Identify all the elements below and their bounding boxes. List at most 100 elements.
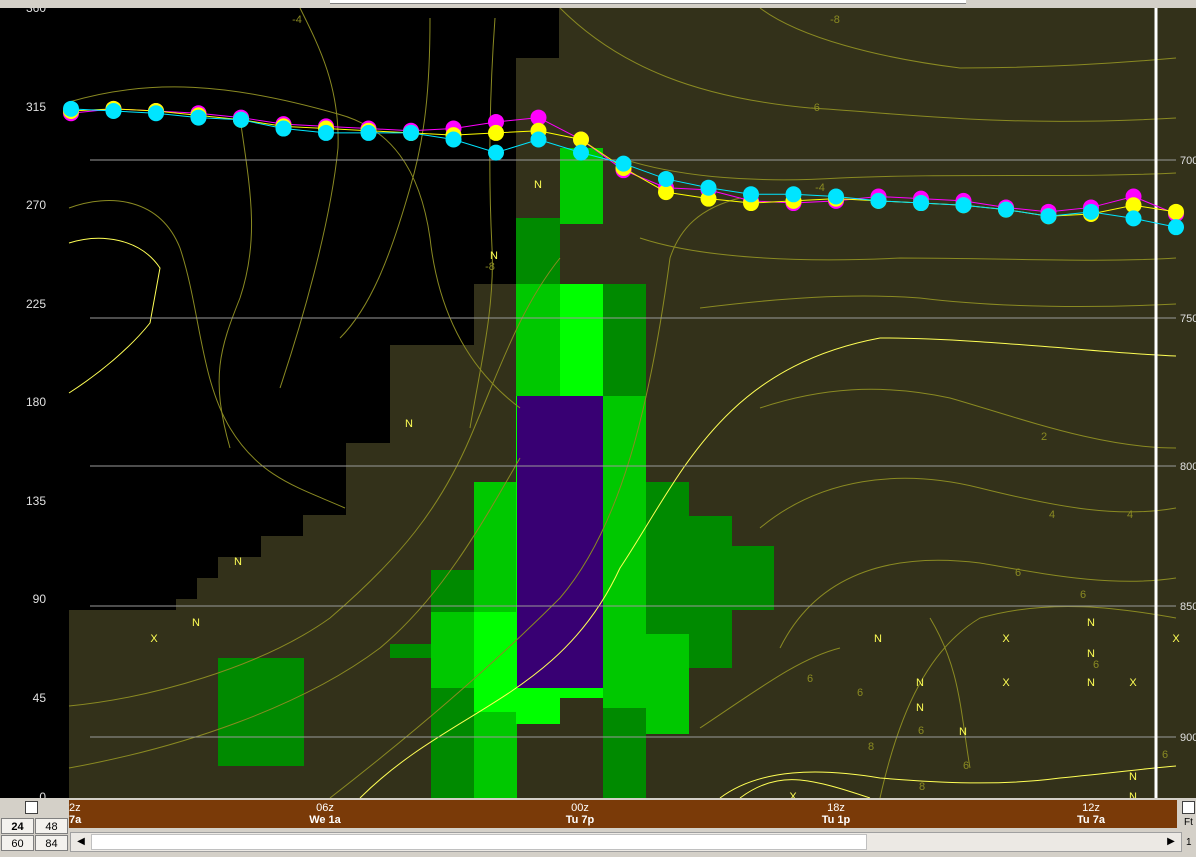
series-2-point-7 [360,124,377,141]
cross-section-plot: -4 -8 -6 -4 -8 2 4 4 6 6 6 6 6 6 6 8 8 6 360 315 270 225 180 13… [0,8,1196,798]
contour-label-0: -4 [292,14,302,26]
wind-symbol-17: X [1129,677,1137,689]
series-2-point-23 [1040,208,1057,225]
series-1-point-26 [1168,203,1184,220]
contour-label-12: 6 [857,687,863,699]
hours-48-button[interactable]: 48 [35,818,68,834]
wind-symbol-6: N [1087,617,1095,629]
precip-cell-11 [646,482,689,634]
chart-svg: -4 -8 -6 -4 -8 2 4 4 6 6 6 6 6 6 6 8 8 6 360 315 270 225 180 13… [26,8,1196,798]
right-axis-tick-1: 750 [1180,313,1196,325]
top-scroll-groove [330,0,966,4]
left-axis-tick-0: 360 [26,8,46,15]
contour-line-1 [68,200,346,509]
contour-label-2: -6 [810,102,820,114]
contour-label-15: 8 [868,741,874,753]
wind-symbol-2: N [405,418,413,430]
wind-symbol-13: N [1129,791,1137,798]
precip-cell-19 [603,708,646,798]
time-axis-label-1: 06z We 1a [285,802,365,826]
contour-label-7: 4 [1127,509,1133,521]
left-axis-tick-3: 225 [26,297,46,311]
time-label-local: We 1a [309,814,341,826]
time-axis-label-4: 12z Tu 7a [1051,802,1131,826]
series-2-point-11 [530,131,547,148]
wind-symbol-11: N [1087,677,1095,689]
series-2-point-25 [1125,210,1142,227]
contour-label-8: 6 [1015,567,1021,579]
precip-cell-17 [516,688,560,724]
series-2-point-22 [998,201,1014,218]
precip-cell-12 [689,516,732,668]
series-2-point-26 [1168,219,1184,236]
left-axis-tick-6: 90 [33,592,47,606]
wind-symbol-19: X [789,791,797,798]
contour-label-1: -8 [830,14,840,26]
series-2-point-6 [318,124,334,141]
series-2-point-0 [63,100,79,117]
scroll-thumb[interactable] [91,834,867,850]
right-axis-tick-4: 900 [1180,732,1196,744]
precip-cell-15 [474,612,517,712]
contour-line-4 [279,8,339,389]
time-axis-label-0: 2z 7a [69,802,109,826]
hours-84-button[interactable]: 84 [35,835,68,851]
time-label-utc: 00z [571,802,589,814]
contour-label-6: 4 [1049,509,1055,521]
precip-cell-6 [516,284,560,396]
time-label-local: Tu 7a [1077,814,1105,826]
series-2-point-8 [403,124,419,141]
wind-symbol-8: N [916,677,924,689]
series-2-point-13 [615,155,632,172]
top-toolbar [0,0,1196,8]
wind-symbol-10: N [959,726,967,738]
time-axis-bar: 2z 7a 06z We 1a 00z Tu 7p 18z Tu 1p 12z Tu 7a Ft [0,798,1196,830]
series-2-point-10 [488,144,504,161]
series-2-point-16 [743,186,759,203]
series-2-point-24 [1083,203,1099,220]
ft-checkbox[interactable] [1182,801,1195,814]
hours-60-button[interactable]: 60 [1,835,34,851]
contour-label-16: 8 [919,781,925,793]
time-axis-checkbox[interactable] [25,801,38,814]
time-label-local: 7a [69,814,82,826]
left-axis-tick-4: 180 [26,395,46,409]
contour-label-17: 6 [1162,749,1168,761]
series-2-point-19 [870,192,887,209]
time-axis-strip: 2z 7a 06z We 1a 00z Tu 7p 18z Tu 1p 12z Tu 7a [69,800,1177,828]
contour-label-13: 6 [918,725,924,737]
precip-cell-14 [431,612,474,688]
scroll-left-icon[interactable]: ◀ [72,833,90,851]
series-2-point-17 [785,186,802,203]
series-2-point-1 [105,103,122,120]
hours-24-button[interactable]: 24 [1,818,34,834]
wind-symbol-16: X [1002,677,1010,689]
left-axis-tick-2: 270 [26,198,46,212]
series-2-point-3 [190,109,207,126]
series-2-point-14 [658,170,674,187]
scroll-right-icon[interactable]: ▶ [1162,833,1180,851]
time-scrollbar[interactable]: ◀ ▶ [70,832,1182,852]
left-axis-tick-1: 315 [26,100,46,114]
left-axis-tick-7: 45 [33,691,47,705]
series-2-point-20 [913,195,929,212]
wind-symbol-7: N [1087,648,1095,660]
wind-symbol-0: N [534,179,542,191]
contour-label-3: -4 [815,182,825,194]
contour-label-5: 2 [1041,431,1047,443]
series-2-point-9 [445,131,462,148]
contour-label-11: 6 [807,673,813,685]
series-2-point-15 [700,179,717,196]
left-axis-tick-8: 0 [39,790,46,798]
right-axis-tick-0: 700 [1180,155,1196,167]
ft-label: Ft [1184,817,1193,828]
series-2-point-21 [955,197,972,214]
wind-symbol-3: N [234,556,242,568]
wind-symbol-4: N [192,617,200,629]
precip-heavy-cell [517,396,603,688]
series-2-point-4 [233,111,249,128]
wind-symbol-18: X [1172,633,1180,645]
contour-label-4: -8 [485,261,495,273]
precip-cell-18 [646,634,689,734]
one-label: 1 [1186,837,1192,848]
